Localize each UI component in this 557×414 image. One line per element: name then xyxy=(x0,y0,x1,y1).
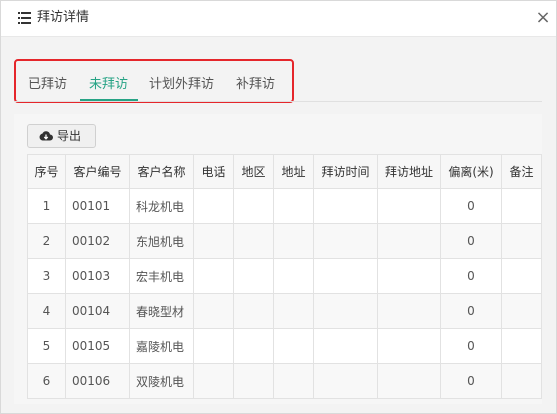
column-header-customer-code: 客户编号 xyxy=(65,154,130,189)
table-row[interactable]: 5 00105 嘉陵机电 0 xyxy=(27,328,542,364)
tabs-divider xyxy=(14,101,542,102)
table-row[interactable]: 1 00101 科龙机电 0 xyxy=(27,188,542,224)
visit-table: 序号 客户编号 客户名称 电话 地区 地址 拜访时间 拜访地址 偏离(米) 备注… xyxy=(27,154,542,399)
column-header-visit-time: 拜访时间 xyxy=(313,154,378,189)
cell-deviation: 0 xyxy=(440,293,502,329)
cell-customer-code: 00104 xyxy=(65,293,130,329)
column-header-phone: 电话 xyxy=(193,154,234,189)
cell-index: 3 xyxy=(27,258,66,294)
tab-not-visited[interactable]: 未拜访 xyxy=(89,77,128,93)
cell-visit-time xyxy=(313,188,378,224)
cell-index: 2 xyxy=(27,223,66,259)
table-row[interactable]: 3 00103 宏丰机电 0 xyxy=(27,258,542,294)
cell-customer-code: 00103 xyxy=(65,258,130,294)
cell-remarks xyxy=(501,328,542,364)
column-header-deviation: 偏离(米) xyxy=(440,154,502,189)
cell-address xyxy=(273,258,314,294)
cell-remarks xyxy=(501,258,542,294)
tab-visited[interactable]: 已拜访 xyxy=(28,77,67,93)
cell-phone xyxy=(193,223,234,259)
tab-makeup-visit[interactable]: 补拜访 xyxy=(236,77,275,93)
table-row[interactable]: 6 00106 双陵机电 0 xyxy=(27,363,542,399)
export-button[interactable]: 导出 xyxy=(27,124,96,148)
cell-remarks xyxy=(501,293,542,329)
cell-address xyxy=(273,328,314,364)
dialog-title: 拜访详情 xyxy=(37,10,90,25)
column-header-address: 地址 xyxy=(273,154,314,189)
column-header-customer-name: 客户名称 xyxy=(129,154,194,189)
cell-customer-name: 科龙机电 xyxy=(129,188,194,224)
cell-index: 6 xyxy=(27,363,66,399)
cell-visit-time xyxy=(313,258,378,294)
cell-visit-address xyxy=(377,223,441,259)
column-header-index: 序号 xyxy=(27,154,66,189)
column-header-region: 地区 xyxy=(233,154,274,189)
cell-deviation: 0 xyxy=(440,223,502,259)
cell-customer-code: 00101 xyxy=(65,188,130,224)
table-row[interactable]: 2 00102 东旭机电 0 xyxy=(27,223,542,259)
cell-phone xyxy=(193,188,234,224)
visit-details-dialog: 拜访详情 × 已拜访 未拜访 计划外拜访 补拜访 导出 序号 客户编号 客户名称… xyxy=(0,0,557,414)
close-button[interactable]: × xyxy=(534,9,552,27)
cell-customer-code: 00106 xyxy=(65,363,130,399)
tab-unplanned-visit[interactable]: 计划外拜访 xyxy=(149,77,214,93)
cell-customer-name: 东旭机电 xyxy=(129,223,194,259)
cell-visit-address xyxy=(377,293,441,329)
cell-customer-name: 嘉陵机电 xyxy=(129,328,194,364)
cell-customer-code: 00102 xyxy=(65,223,130,259)
cell-address xyxy=(273,363,314,399)
list-icon xyxy=(18,12,31,24)
cloud-download-icon xyxy=(39,131,53,141)
cell-phone xyxy=(193,258,234,294)
cell-region xyxy=(233,363,274,399)
cell-customer-name: 宏丰机电 xyxy=(129,258,194,294)
column-header-visit-address: 拜访地址 xyxy=(377,154,441,189)
cell-region xyxy=(233,328,274,364)
table-row[interactable]: 4 00104 春晓型材 0 xyxy=(27,293,542,329)
cell-region xyxy=(233,188,274,224)
cell-remarks xyxy=(501,223,542,259)
cell-customer-name: 双陵机电 xyxy=(129,363,194,399)
cell-phone xyxy=(193,363,234,399)
table-header-row: 序号 客户编号 客户名称 电话 地区 地址 拜访时间 拜访地址 偏离(米) 备注 xyxy=(27,154,542,189)
cell-address xyxy=(273,223,314,259)
cell-visit-time xyxy=(313,293,378,329)
export-label: 导出 xyxy=(57,129,82,143)
cell-deviation: 0 xyxy=(440,258,502,294)
cell-address xyxy=(273,188,314,224)
cell-address xyxy=(273,293,314,329)
cell-visit-time xyxy=(313,223,378,259)
cell-deviation: 0 xyxy=(440,363,502,399)
cell-visit-address xyxy=(377,188,441,224)
dialog-titlebar: 拜访详情 × xyxy=(1,1,556,37)
cell-remarks xyxy=(501,188,542,224)
cell-visit-time xyxy=(313,363,378,399)
cell-deviation: 0 xyxy=(440,188,502,224)
cell-customer-name: 春晓型材 xyxy=(129,293,194,329)
cell-remarks xyxy=(501,363,542,399)
cell-customer-code: 00105 xyxy=(65,328,130,364)
column-header-remarks: 备注 xyxy=(501,154,542,189)
cell-region xyxy=(233,258,274,294)
cell-region xyxy=(233,223,274,259)
cell-index: 1 xyxy=(27,188,66,224)
cell-visit-address xyxy=(377,258,441,294)
cell-index: 4 xyxy=(27,293,66,329)
cell-visit-time xyxy=(313,328,378,364)
cell-region xyxy=(233,293,274,329)
cell-visit-address xyxy=(377,363,441,399)
cell-index: 5 xyxy=(27,328,66,364)
cell-visit-address xyxy=(377,328,441,364)
cell-phone xyxy=(193,293,234,329)
cell-phone xyxy=(193,328,234,364)
cell-deviation: 0 xyxy=(440,328,502,364)
